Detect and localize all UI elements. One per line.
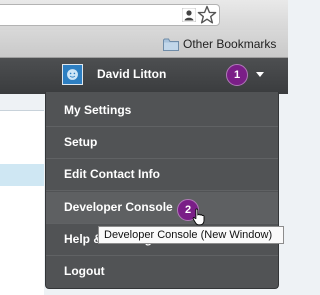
browser-toolbar <box>0 0 288 30</box>
menu-item-setup[interactable]: Setup <box>46 127 278 159</box>
other-bookmarks-folder[interactable]: Other Bookmarks <box>163 35 276 53</box>
screenshot-root: Other Bookmarks David Litton My Settings… <box>0 0 288 295</box>
hand-cursor-icon <box>192 208 205 226</box>
folder-icon <box>163 38 179 51</box>
star-icon[interactable] <box>197 5 217 25</box>
menu-item-my-settings[interactable]: My Settings <box>46 95 278 127</box>
menu-item-edit-contact-info[interactable]: Edit Contact Info <box>46 159 278 191</box>
chevron-down-icon[interactable] <box>255 70 265 78</box>
person-icon[interactable] <box>182 8 196 22</box>
menu-item-logout[interactable]: Logout <box>46 256 278 288</box>
user-name: David Litton <box>97 67 167 81</box>
step-badge-1: 1 <box>226 64 248 86</box>
avatar <box>62 64 83 85</box>
developer-console-tooltip: Developer Console (New Window) <box>98 226 284 244</box>
page-highlight-strip <box>0 164 44 186</box>
menu-item-developer-console[interactable]: Developer Console <box>46 192 278 224</box>
other-bookmarks-label: Other Bookmarks <box>183 37 277 51</box>
page-content-panel <box>0 110 44 295</box>
user-menu-dropdown: My Settings Setup Edit Contact Info Deve… <box>45 92 279 289</box>
